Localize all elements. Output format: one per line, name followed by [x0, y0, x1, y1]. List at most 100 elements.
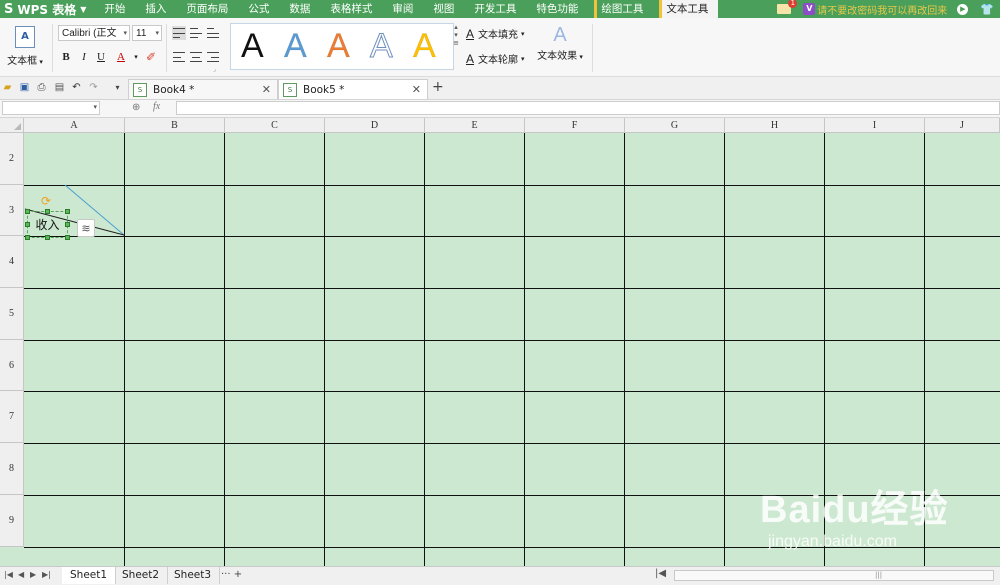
text-style-orange[interactable]: A [327, 26, 350, 66]
menu-bar: S WPS 表格 ▼ 开始 插入 页面布局 公式 数据 表格样式 审阅 视图 开… [0, 0, 1000, 18]
tab-text-tools[interactable]: 文本工具 [659, 0, 719, 18]
font-color-button[interactable]: A [113, 49, 129, 65]
tab-table-style[interactable]: 表格样式 [320, 0, 382, 18]
text-fill-icon: A [466, 26, 475, 41]
fx-icon[interactable]: fx [153, 101, 160, 112]
rotate-handle-icon[interactable]: ⟳ [40, 195, 52, 207]
more-sheets-icon[interactable]: ··· + [221, 569, 242, 580]
tab-special-features[interactable]: 特色功能 [526, 0, 588, 18]
tab-home[interactable]: 开始 [94, 0, 135, 18]
sheet-tab-1[interactable]: Sheet1 [62, 567, 117, 584]
new-tab-icon[interactable]: + [432, 79, 444, 95]
tab-book5[interactable]: S Book5 * ✕ [278, 79, 428, 99]
text-style-gallery: A A A A A [230, 23, 454, 70]
align-top-button[interactable] [172, 26, 186, 40]
underline-button[interactable]: U [93, 49, 109, 65]
textbox-icon: A [15, 26, 35, 48]
redo-icon[interactable]: ↷ [88, 82, 99, 93]
tab-view[interactable]: 视图 [423, 0, 464, 18]
text-outline-icon: A [466, 51, 475, 66]
textbox-text[interactable]: 收入 [35, 216, 59, 233]
spreadsheet-icon: S [133, 82, 147, 97]
app-menu-button[interactable]: S WPS 表格 ▼ [0, 0, 94, 18]
play-icon[interactable]: ▶ [957, 3, 969, 15]
align-bottom-button[interactable] [206, 26, 220, 40]
resize-handle[interactable] [65, 209, 70, 214]
text-style-black[interactable]: A [241, 26, 264, 66]
sheet-tab-2[interactable]: Sheet2 [114, 567, 169, 584]
ribbon: A 文本框 ▾ Calibri (正文 ▾ 11 ▾ B I U A ▾ ✐ ⌟… [0, 18, 1000, 77]
resize-handle[interactable] [45, 235, 50, 240]
open-folder-icon[interactable]: ▰ [2, 82, 13, 93]
resize-handle[interactable] [65, 222, 70, 227]
align-left-icon [173, 52, 185, 62]
font-size-select[interactable]: 11 ▾ [132, 25, 162, 41]
formula-bar: ▾ ⊕ fx [0, 100, 1000, 118]
font-name-select[interactable]: Calibri (正文 ▾ [58, 25, 130, 41]
align-right-button[interactable] [206, 50, 220, 64]
horizontal-scrollbar[interactable]: ||| [674, 570, 994, 581]
last-sheet-icon[interactable]: ▶| [42, 570, 51, 579]
resize-handle[interactable] [25, 209, 30, 214]
text-fill-label: 文本填充 [478, 30, 519, 41]
wps-logo-icon: S [4, 1, 14, 17]
italic-button[interactable]: I [76, 49, 92, 65]
mail-icon[interactable]: 1 [777, 0, 798, 14]
customize-toolbar-icon[interactable]: ▾ [112, 82, 123, 93]
resize-handle[interactable] [65, 235, 70, 240]
scroll-thumb[interactable]: ||| [875, 571, 882, 579]
tab-drawing-tools[interactable]: 绘图工具 [594, 0, 653, 18]
save-icon[interactable]: ▣ [19, 82, 30, 93]
align-left-button[interactable] [172, 50, 186, 64]
zoom-icon[interactable]: ⊕ [132, 102, 140, 113]
vip-icon[interactable]: V [803, 3, 816, 15]
tab-data[interactable]: 数据 [279, 0, 320, 18]
text-style-outline[interactable]: A [370, 26, 394, 66]
clear-format-icon[interactable]: ✐ [143, 49, 159, 65]
bold-button[interactable]: B [58, 49, 74, 65]
name-box[interactable]: ▾ [2, 101, 100, 115]
skin-icon[interactable]: 👕 [980, 3, 994, 16]
formula-input[interactable] [176, 101, 1000, 115]
resize-handle[interactable] [25, 235, 30, 240]
tab-insert[interactable]: 插入 [135, 0, 176, 18]
tab-review[interactable]: 审阅 [382, 0, 423, 18]
tab-developer[interactable]: 开发工具 [464, 0, 526, 18]
tab-formulas[interactable]: 公式 [238, 0, 279, 18]
next-sheet-icon[interactable]: ▶ [30, 570, 36, 579]
textbox-shape[interactable]: 收入 [27, 211, 68, 238]
undo-icon[interactable]: ↶ [71, 82, 82, 93]
sheet-tab-3[interactable]: Sheet3 [166, 567, 221, 584]
text-effect-button[interactable]: A 文本效果 ▾ [534, 23, 586, 62]
textbox-button[interactable]: A 文本框 ▾ [4, 24, 46, 70]
print-preview-icon[interactable]: ▤ [54, 82, 65, 93]
tab-page-layout[interactable]: 页面布局 [176, 0, 238, 18]
align-middle-button[interactable] [189, 26, 203, 40]
resize-handle[interactable] [25, 222, 30, 227]
first-sheet-icon[interactable]: |◀ [4, 570, 13, 579]
text-style-gold[interactable]: A [413, 26, 436, 66]
font-name-value: Calibri (正文 [62, 28, 117, 39]
gallery-more-button[interactable]: ▴ ▾ ≡ [452, 23, 460, 68]
close-icon[interactable]: ✕ [262, 83, 271, 96]
text-outline-label: 文本轮廓 [478, 55, 519, 66]
text-outline-button[interactable]: A 文本轮廓 ▾ [466, 51, 525, 67]
resize-handle[interactable] [45, 209, 50, 214]
layers-icon[interactable]: ≋ [77, 219, 95, 237]
close-icon[interactable]: ✕ [412, 83, 421, 96]
align-right-icon [207, 52, 219, 62]
chevron-down-icon[interactable]: ▾ [128, 49, 144, 65]
text-effect-icon: A [553, 24, 567, 46]
sheet-grid[interactable]: A B C D E F G H I J 2 3 4 5 6 7 8 9 [0, 118, 1000, 566]
text-style-blue[interactable]: A [284, 26, 307, 66]
font-size-value: 11 [136, 28, 147, 39]
print-icon[interactable]: ⎙ [36, 82, 47, 93]
prev-sheet-icon[interactable]: ◀ [18, 570, 24, 579]
promo-text[interactable]: 请不要改密码我可以再改回来 [817, 2, 947, 17]
diagonal-lines[interactable] [0, 118, 1000, 566]
scroll-divider-icon[interactable]: |◀ [655, 568, 666, 579]
align-center-button[interactable] [189, 50, 203, 64]
tab-book4[interactable]: S Book4 * ✕ [128, 79, 278, 99]
dialog-launcher-icon[interactable]: ⌟ [213, 66, 216, 73]
text-fill-button[interactable]: A 文本填充 ▾ [466, 26, 525, 42]
